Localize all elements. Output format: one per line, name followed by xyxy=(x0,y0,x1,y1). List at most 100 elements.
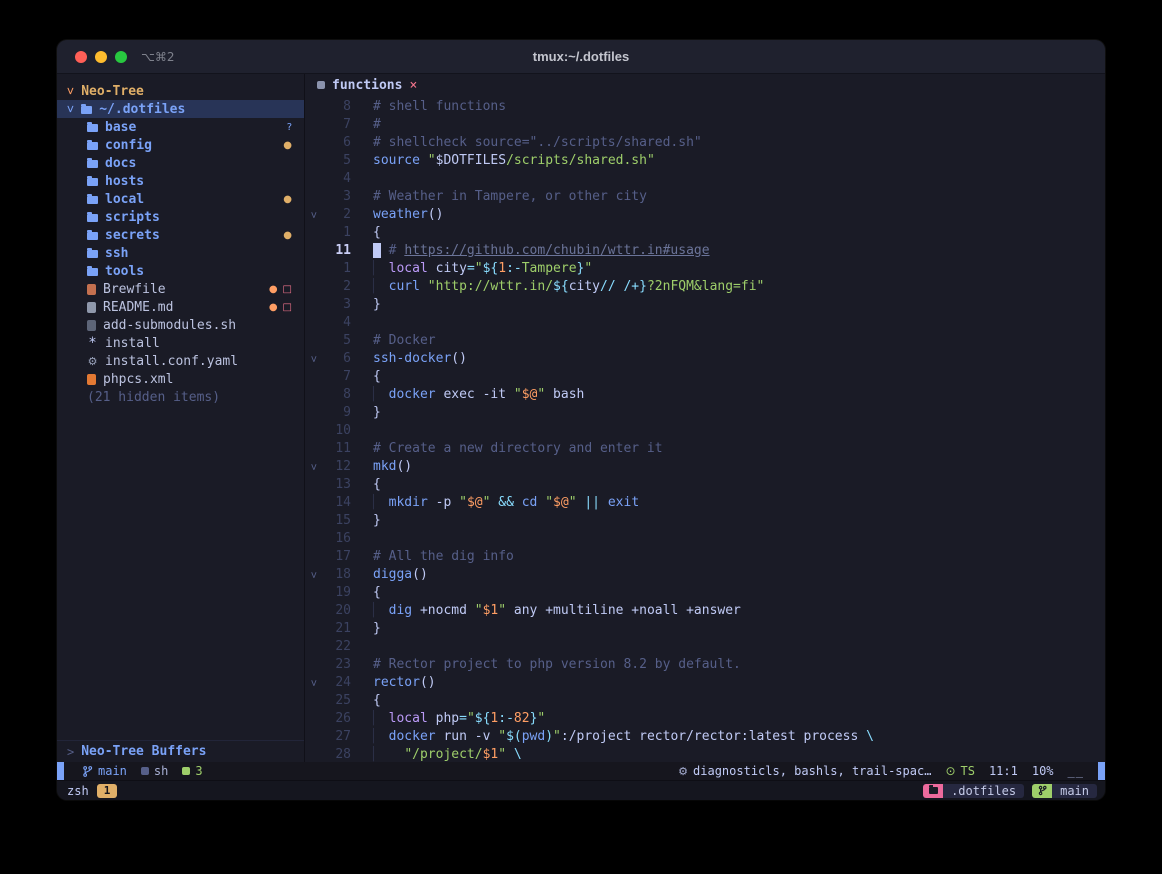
code-line[interactable]: 23# Rector project to php version 8.2 by… xyxy=(305,656,1105,674)
fold-chevron-icon[interactable]: > xyxy=(305,206,321,224)
indent-guide: ▏ xyxy=(373,387,381,402)
code-token: ${ xyxy=(553,279,569,294)
sidebar-spacer xyxy=(57,406,304,740)
tree-item-phpcs.xml[interactable]: phpcs.xml xyxy=(57,370,304,388)
code-line[interactable]: >24rector() xyxy=(305,674,1105,692)
fold-column xyxy=(305,584,321,602)
code-line[interactable]: 3# Weather in Tampere, or other city xyxy=(305,188,1105,206)
code-line[interactable]: 7# xyxy=(305,116,1105,134)
code-line[interactable]: >6ssh-docker() xyxy=(305,350,1105,368)
code-line[interactable]: 4 xyxy=(305,170,1105,188)
window-shortcut-label: ⌥⌘2 xyxy=(141,50,174,64)
filetype-label: sh xyxy=(154,764,168,778)
fold-chevron-icon[interactable]: > xyxy=(305,458,321,476)
code-line[interactable]: 21} xyxy=(305,620,1105,638)
code-line[interactable]: 9} xyxy=(305,404,1105,422)
code-line[interactable]: 17# All the dig info xyxy=(305,548,1105,566)
tab-close-icon[interactable]: × xyxy=(409,78,417,93)
titlebar[interactable]: ⌥⌘2 tmux:~/.dotfiles xyxy=(57,40,1105,74)
code-line[interactable]: 5# Docker xyxy=(305,332,1105,350)
code-line[interactable]: >2weather() xyxy=(305,206,1105,224)
git-branch: main xyxy=(82,764,127,778)
tmux-window-zsh[interactable]: zsh 1 xyxy=(67,784,117,798)
fold-column xyxy=(305,548,321,566)
code-token: () xyxy=(428,207,444,222)
tree-item-secrets[interactable]: secrets● xyxy=(57,226,304,244)
tree-item-base[interactable]: base? xyxy=(57,118,304,136)
code-line[interactable]: 22 xyxy=(305,638,1105,656)
tmux-branch-segment[interactable]: main xyxy=(1032,784,1097,798)
fold-column xyxy=(305,602,321,620)
code-line[interactable]: 8# shell functions xyxy=(305,98,1105,116)
fold-chevron-icon[interactable]: > xyxy=(305,674,321,692)
tree-item-tools[interactable]: tools xyxy=(57,262,304,280)
close-button[interactable] xyxy=(75,51,87,63)
fold-column xyxy=(305,530,321,548)
code-line[interactable]: 26▏ local php="${1:-82}" xyxy=(305,710,1105,728)
code-line[interactable]: 11 # https://github.com/chubin/wttr.in#u… xyxy=(305,242,1105,260)
code-line[interactable]: 13{ xyxy=(305,476,1105,494)
code-line[interactable]: 1{ xyxy=(305,224,1105,242)
line-number: 7 xyxy=(321,368,351,386)
tree-item-install.conf.yaml[interactable]: ⚙install.conf.yaml xyxy=(57,352,304,370)
indent-guide: ▏ xyxy=(373,729,381,744)
code-line[interactable]: 20▏ dig +nocmd "$1" any +multiline +noal… xyxy=(305,602,1105,620)
code-line[interactable]: >12mkd() xyxy=(305,458,1105,476)
neotree-buffers-header[interactable]: > Neo-Tree Buffers xyxy=(57,740,304,762)
tree-item-ssh[interactable]: ssh xyxy=(57,244,304,262)
code-token: :- xyxy=(506,261,522,276)
code-line[interactable]: 25{ xyxy=(305,692,1105,710)
file-tree: base?config●docshostslocal●scriptssecret… xyxy=(57,118,304,388)
tree-item-docs[interactable]: docs xyxy=(57,154,304,172)
fold-column xyxy=(305,134,321,152)
code-token: \ xyxy=(866,729,874,744)
code-line[interactable]: 14▏ mkdir -p "$@" && cd "$@" || exit xyxy=(305,494,1105,512)
code-line[interactable]: 19{ xyxy=(305,584,1105,602)
code-line[interactable]: 3} xyxy=(305,296,1105,314)
zoom-button[interactable] xyxy=(115,51,127,63)
minimize-button[interactable] xyxy=(95,51,107,63)
tree-root-item[interactable]: > ~/.dotfiles xyxy=(57,100,304,118)
code-line[interactable]: 11# Create a new directory and enter it xyxy=(305,440,1105,458)
code-line[interactable]: 10 xyxy=(305,422,1105,440)
tree-item-install[interactable]: *install xyxy=(57,334,304,352)
tree-item-local[interactable]: local● xyxy=(57,190,304,208)
diff-added-icon xyxy=(182,767,190,775)
code-token: " xyxy=(569,495,577,510)
cursor-position: 11:1 xyxy=(989,764,1018,778)
code-line[interactable]: 27▏ docker run -v "$(pwd)":/project rect… xyxy=(305,728,1105,746)
code-line[interactable]: 7{ xyxy=(305,368,1105,386)
fold-column xyxy=(305,278,321,296)
tree-item-add-submodules.sh[interactable]: add-submodules.sh xyxy=(57,316,304,334)
treesitter-icon: ⊙ xyxy=(945,764,955,778)
code-area[interactable]: 8# shell functions7#6# shellcheck source… xyxy=(305,96,1105,762)
tmux-session-segment[interactable]: .dotfiles xyxy=(923,784,1024,798)
tree-item-scripts[interactable]: scripts xyxy=(57,208,304,226)
code-line[interactable]: 8▏ docker exec -it "$@" bash xyxy=(305,386,1105,404)
code-line[interactable]: 2▏ curl "http://wttr.in/${city// /+}?2nF… xyxy=(305,278,1105,296)
tab-functions[interactable]: functions xyxy=(332,78,402,93)
hidden-items-text: (21 hidden items) xyxy=(87,390,220,405)
line-number: 13 xyxy=(321,476,351,494)
tree-item-README.md[interactable]: README.md●□ xyxy=(57,298,304,316)
code-line[interactable]: 1▏ local city="${1:-Tampere}" xyxy=(305,260,1105,278)
code-line[interactable]: 15} xyxy=(305,512,1105,530)
code-line[interactable]: >18digga() xyxy=(305,566,1105,584)
code-token: () xyxy=(396,459,412,474)
fold-column xyxy=(305,440,321,458)
line-number: 26 xyxy=(321,710,351,728)
neotree-header[interactable]: > Neo-Tree xyxy=(57,82,304,100)
code-line[interactable]: 6# shellcheck source="../scripts/shared.… xyxy=(305,134,1105,152)
tree-item-config[interactable]: config● xyxy=(57,136,304,154)
code-line[interactable]: 5source "$DOTFILES/scripts/shared.sh" xyxy=(305,152,1105,170)
code-line[interactable]: 16 xyxy=(305,530,1105,548)
fold-chevron-icon[interactable]: > xyxy=(305,566,321,584)
tmux-right: .dotfiles main xyxy=(923,784,1097,798)
code-text: source "$DOTFILES/scripts/shared.sh" xyxy=(373,152,655,170)
code-line[interactable]: 4 xyxy=(305,314,1105,332)
fold-column xyxy=(305,710,321,728)
tree-item-hosts[interactable]: hosts xyxy=(57,172,304,190)
code-line[interactable]: 28▏ "/project/$1" \ xyxy=(305,746,1105,762)
tree-item-Brewfile[interactable]: Brewfile●□ xyxy=(57,280,304,298)
fold-chevron-icon[interactable]: > xyxy=(305,350,321,368)
